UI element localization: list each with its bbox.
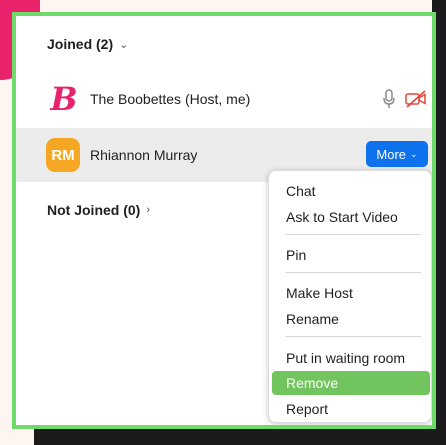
joined-section-label: Joined (2) [47, 36, 114, 52]
more-options-menu: Chat Ask to Start Video Pin Make Host Re… [268, 170, 432, 423]
boobettes-logo-letter: B [50, 80, 78, 118]
menu-item-make-host[interactable]: Make Host [272, 281, 430, 305]
chevron-right-icon: › [146, 204, 151, 216]
more-button[interactable]: More ⌄ [366, 141, 428, 167]
menu-item-chat[interactable]: Chat [272, 179, 430, 203]
menu-item-rename[interactable]: Rename [272, 307, 430, 331]
participant-row-host[interactable]: B The Boobettes (Host, me) [16, 72, 432, 126]
menu-item-pin[interactable]: Pin [272, 243, 430, 267]
participant-name: Rhiannon Murray [90, 147, 198, 163]
background-dark-strip-bottom [34, 429, 446, 445]
menu-separator [285, 336, 421, 337]
chevron-down-icon: ⌄ [410, 148, 418, 159]
not-joined-section-header[interactable]: Not Joined (0) › [47, 202, 150, 218]
more-button-label: More [376, 146, 407, 162]
microphone-icon[interactable] [382, 89, 396, 109]
participant-name: The Boobettes (Host, me) [90, 91, 251, 107]
menu-separator [285, 234, 421, 235]
menu-item-remove[interactable]: Remove [272, 371, 430, 395]
joined-section-header[interactable]: Joined (2) ⌄ [47, 36, 128, 52]
not-joined-section-label: Not Joined (0) [47, 202, 141, 218]
video-off-icon[interactable] [405, 90, 427, 108]
menu-item-put-in-waiting-room[interactable]: Put in waiting room [272, 346, 430, 370]
menu-separator [285, 272, 421, 273]
boobettes-logo-icon: B [46, 80, 82, 118]
chevron-down-icon: ⌄ [119, 38, 129, 51]
menu-item-ask-to-start-video[interactable]: Ask to Start Video [272, 205, 430, 229]
participants-panel: Joined (2) ⌄ B The Boobettes (Host, me) … [12, 12, 436, 429]
avatar: RM [46, 138, 80, 172]
menu-item-report[interactable]: Report [272, 397, 430, 421]
